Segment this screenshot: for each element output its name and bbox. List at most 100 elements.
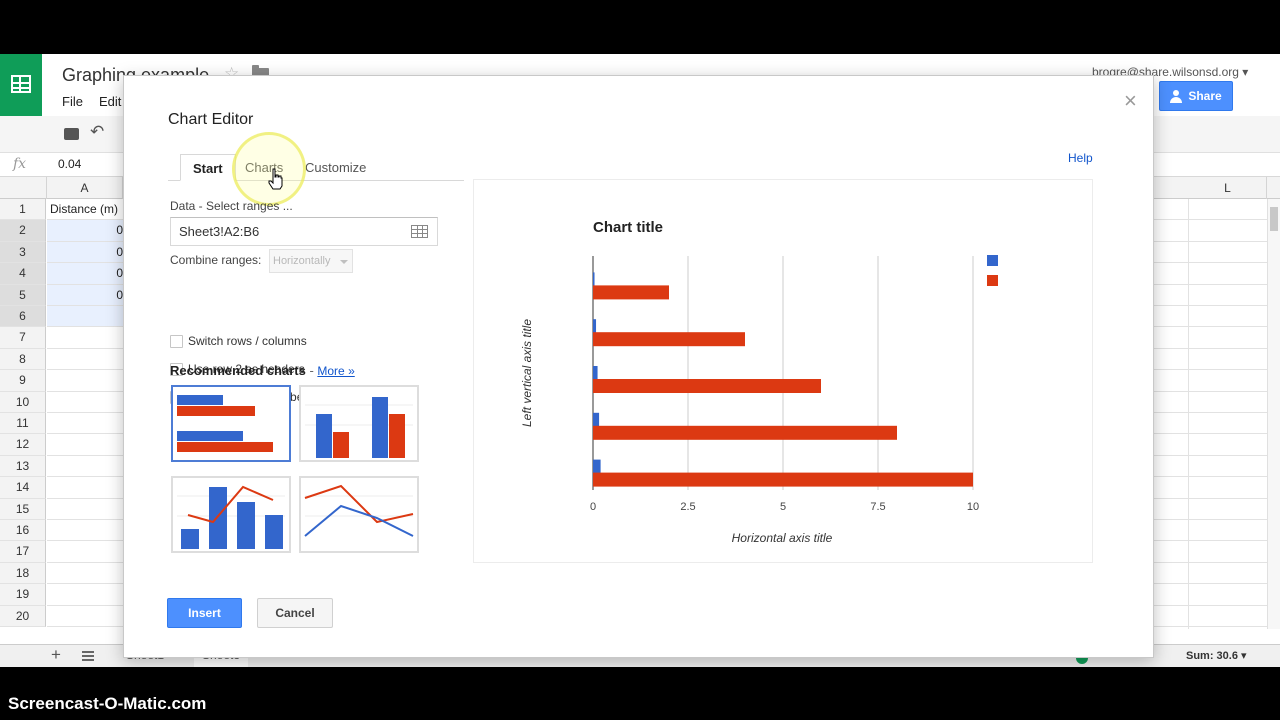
column-header-a[interactable]: A [47,177,123,199]
select-range-grid-icon[interactable] [411,225,428,238]
table-cell[interactable]: 0 [47,241,123,264]
table-cell[interactable] [1154,606,1280,627]
table-cell[interactable] [1154,370,1280,392]
row-header[interactable]: 9 [0,370,46,392]
menu-file[interactable]: File [62,94,83,109]
row-header[interactable]: 16 [0,520,46,542]
row-header[interactable]: 6 [0,306,46,328]
row-header[interactable]: 17 [0,541,46,563]
thumbnail-column[interactable] [299,385,419,462]
table-cell[interactable] [1154,584,1280,606]
row-header[interactable]: 14 [0,477,46,499]
row-header[interactable]: 7 [0,327,46,349]
close-icon[interactable]: × [1124,90,1137,112]
all-sheets-icon[interactable] [82,651,94,661]
x-tick-label: 0 [590,501,596,513]
add-sheet-icon[interactable]: + [51,645,61,665]
switch-rows-columns-checkbox[interactable]: Switch rows / columns [170,333,307,349]
table-cell[interactable] [47,541,123,563]
cancel-button[interactable]: Cancel [257,598,333,628]
chart-svg[interactable]: 0 2.5 5 7.5 10 Chart title Horizontal axis tit… [474,180,1092,562]
row-header[interactable]: 1 [0,199,46,221]
row-header[interactable]: 11 [0,413,46,435]
row-header[interactable]: 13 [0,455,46,478]
thumbnail-horizontal-bar[interactable] [171,385,291,462]
thumbnail-combo[interactable] [171,476,291,553]
row-header[interactable]: 12 [0,434,46,456]
chart-title: Chart title [593,219,663,236]
x-tick-label: 2.5 [680,501,695,513]
table-cell[interactable] [1154,327,1280,349]
row-header[interactable]: 3 [0,241,46,264]
sheets-logo-icon[interactable] [0,54,42,116]
table-cell[interactable] [47,563,123,585]
recommended-charts-label: Recommended charts - More » [170,363,355,378]
table-cell[interactable] [1154,520,1280,542]
column-header-l[interactable]: L [1189,177,1267,199]
table-cell[interactable] [47,434,123,456]
table-cell[interactable] [1154,541,1280,563]
undo-icon[interactable]: ↶ [90,122,104,142]
table-cell[interactable] [47,413,123,435]
data-range-input[interactable]: Sheet3!A2:B6 [170,217,438,246]
row-header[interactable]: 15 [0,498,46,520]
table-cell[interactable] [47,584,123,606]
combine-ranges-select[interactable]: Horizontally [269,249,353,273]
table-cell[interactable]: 0 [47,263,123,285]
table-cell[interactable] [47,520,123,542]
row-header[interactable]: 4 [0,263,46,285]
table-cell[interactable] [47,477,123,499]
table-cell[interactable] [1154,263,1280,285]
table-cell[interactable] [1154,563,1280,585]
row-header[interactable]: 2 [0,220,46,242]
bar-series-2 [593,425,897,440]
table-cell[interactable] [47,606,123,627]
table-cell[interactable] [1154,220,1280,242]
select-all-corner[interactable] [0,177,47,199]
row-header[interactable]: 20 [0,605,46,627]
x-tick-label: 5 [780,501,786,513]
table-cell[interactable] [1154,499,1280,520]
table-cell[interactable]: 0 [47,220,123,242]
help-link[interactable]: Help [1068,151,1093,165]
tab-start[interactable]: Start [180,154,236,181]
table-cell[interactable] [47,327,123,349]
table-cell[interactable] [1154,477,1280,499]
table-cell[interactable] [1154,199,1280,221]
row-header[interactable]: 19 [0,584,46,606]
row-header[interactable]: 8 [0,348,46,371]
table-cell[interactable] [1154,349,1280,371]
table-cell[interactable]: Distance (m) [47,199,123,221]
person-icon [1170,89,1183,103]
table-cell[interactable]: 0 [47,284,123,306]
table-cell[interactable] [47,370,123,392]
chart-preview-panel[interactable]: 0 2.5 5 7.5 10 Chart title Horizontal axis tit… [473,179,1093,563]
table-cell[interactable] [47,499,123,520]
table-cell[interactable] [47,456,123,478]
row-header[interactable]: 18 [0,562,46,585]
table-cell[interactable] [47,349,123,371]
menu-edit[interactable]: Edit [99,94,121,109]
more-charts-link[interactable]: More » [317,364,354,378]
table-cell[interactable] [1154,413,1280,435]
sheets-app: Graphing example ☆ File Edit brogre@shar… [0,54,1280,667]
table-cell[interactable] [47,306,123,328]
table-cell[interactable] [1154,242,1280,264]
table-cell[interactable] [1154,306,1280,328]
thumbnail-line[interactable] [299,476,419,553]
table-cell[interactable] [1154,434,1280,456]
combine-ranges-label: Combine ranges: [170,253,262,267]
insert-button[interactable]: Insert [167,598,242,628]
table-cell[interactable] [1154,285,1280,306]
vertical-scrollbar[interactable] [1267,199,1280,629]
table-cell[interactable] [1154,456,1280,478]
row-header[interactable]: 10 [0,391,46,413]
print-icon[interactable] [64,128,79,140]
sum-indicator[interactable]: Sum: 30.6 ▾ [1186,649,1247,662]
x-tick-label: 10 [967,501,979,513]
row-header[interactable]: 5 [0,284,46,306]
share-button[interactable]: Share [1159,81,1233,111]
table-cell[interactable] [1154,392,1280,413]
formula-input[interactable]: 0.04 [58,157,81,171]
table-cell[interactable] [47,392,123,413]
